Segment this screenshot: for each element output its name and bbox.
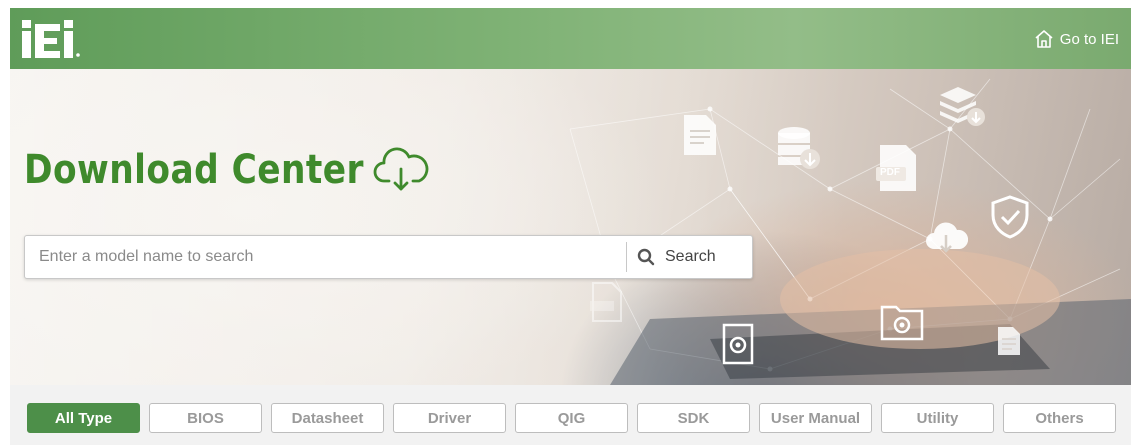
search-box: Search	[24, 235, 753, 279]
gear-document-icon	[718, 323, 760, 372]
filter-others[interactable]: Others	[1003, 403, 1116, 433]
go-to-iei-link[interactable]: Go to IEI	[1034, 28, 1119, 50]
document-icon	[996, 325, 1022, 362]
filter-bios[interactable]: BIOS	[149, 403, 262, 433]
hero-banner: Download Center Search	[10, 69, 1131, 385]
search-button[interactable]: Search	[626, 242, 750, 272]
filter-label: All Type	[54, 409, 113, 427]
stack-download-icon	[938, 85, 986, 134]
go-to-iei-label: Go to IEI	[1059, 30, 1119, 48]
filter-label: Others	[1035, 409, 1084, 427]
pdf-label: PDF	[880, 167, 900, 178]
page-title: Download Center	[24, 147, 364, 193]
filter-label: User Manual	[770, 409, 861, 427]
search-icon	[637, 248, 655, 266]
filter-datasheet[interactable]: Datasheet	[271, 403, 384, 433]
filter-label: Driver	[427, 409, 472, 427]
cloud-download-icon	[373, 147, 429, 193]
file-type-filter-bar: All Type BIOS Datasheet Driver QIG SDK U…	[10, 385, 1131, 445]
top-bar: iEi Go to IEI	[10, 8, 1131, 69]
filter-qig[interactable]: QIG	[515, 403, 628, 433]
filter-driver[interactable]: Driver	[393, 403, 506, 433]
home-icon	[1034, 29, 1054, 49]
filter-all-type[interactable]: All Type	[27, 403, 140, 433]
search-button-label: Search	[665, 248, 716, 265]
document-icon	[682, 113, 718, 162]
filter-label: QIG	[557, 409, 586, 427]
filter-label: Utility	[916, 409, 959, 427]
filter-label: Datasheet	[291, 409, 364, 427]
shield-check-icon	[990, 195, 1030, 244]
database-download-icon	[776, 125, 822, 176]
cloud-download-icon	[924, 221, 969, 262]
folder-gear-icon	[880, 301, 924, 346]
pdf-file-icon: PDF	[876, 143, 920, 198]
iei-logo[interactable]: iEi	[22, 20, 102, 58]
filter-label: SDK	[677, 409, 710, 427]
filter-sdk[interactable]: SDK	[637, 403, 750, 433]
search-input[interactable]	[25, 236, 625, 278]
filter-utility[interactable]: Utility	[881, 403, 994, 433]
filter-user-manual[interactable]: User Manual	[759, 403, 872, 433]
download-center-page: iEi Go to IEI	[0, 0, 1135, 445]
hero-title-row: Download Center	[24, 147, 429, 193]
filter-label: BIOS	[187, 409, 224, 427]
pdf-file-icon	[590, 281, 624, 328]
